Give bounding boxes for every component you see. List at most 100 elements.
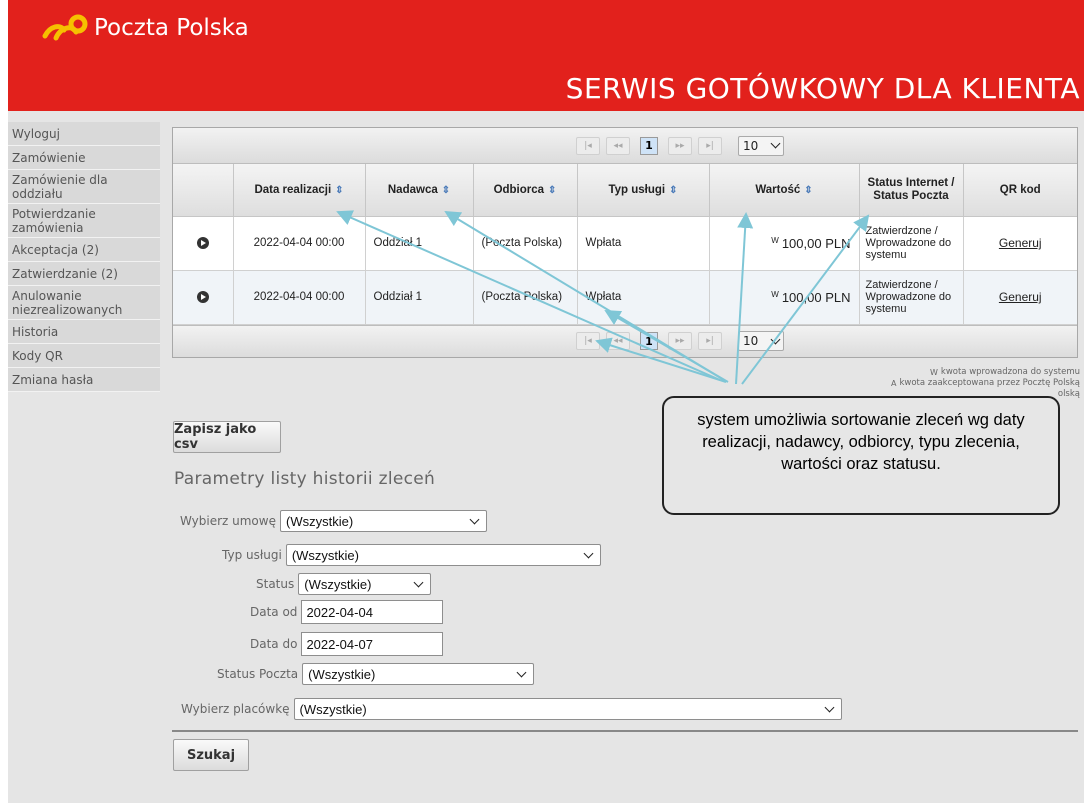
qr-cell: Generuj	[963, 216, 1077, 271]
generate-qr-link[interactable]: Generuj	[999, 236, 1042, 250]
chevron-down-icon	[516, 667, 527, 677]
col-recipient[interactable]: Odbiorca ⇕	[473, 164, 578, 217]
legend-line-entered: Wkwota wprowadzona do systemu	[929, 367, 1080, 377]
current-page-button[interactable]: 1	[640, 136, 658, 155]
form-separator	[172, 730, 1078, 732]
service-cell: Wpłata	[577, 216, 710, 271]
value-amount: 100,00 PLN	[781, 235, 851, 251]
sidebar-item-order[interactable]: Zamówienie	[8, 146, 160, 170]
col-expand	[173, 164, 234, 217]
table-row: 2022-04-04 00:00 Oddział 1 (Poczta Polsk…	[173, 216, 1077, 271]
value-flag: W	[771, 235, 779, 245]
chevron-down-icon	[770, 334, 781, 344]
search-button[interactable]: Szukaj	[173, 739, 249, 771]
sidebar: Wyloguj Zamówienie Zamówienie dla oddzia…	[8, 122, 160, 392]
table-row: 2022-04-04 00:00 Oddział 1 (Poczta Polsk…	[173, 270, 1077, 325]
col-value[interactable]: Wartość ⇕	[709, 164, 860, 217]
header-banner: Poczta Polska SERWIS GOTÓWKOWY DLA KLIEN…	[8, 0, 1084, 111]
date-cell: 2022-04-04 00:00	[233, 216, 366, 271]
value-cell: W 100,00 PLN	[709, 216, 860, 271]
date-from-input[interactable]: 2022-04-04	[301, 600, 444, 624]
col-sender[interactable]: Nadawca ⇕	[365, 164, 474, 217]
post-status-select[interactable]: (Wszystkie)	[302, 663, 535, 685]
contract-row: Wybierz umowę (Wszystkie)	[180, 510, 487, 532]
status-cell: Zatwierdzone / Wprowadzone do systemu	[859, 216, 964, 271]
date-cell: 2022-04-04 00:00	[233, 270, 366, 325]
next-page-button[interactable]: ▸▸	[668, 136, 692, 155]
annotation-callout: system umożliwia sortowanie zleceń wg da…	[662, 396, 1060, 515]
expand-row-icon[interactable]	[196, 237, 209, 249]
table-header-row: Data realizacji ⇕ Nadawca ⇕ Odbiorca ⇕ Typ …	[173, 164, 1077, 217]
date-to-input[interactable]: 2022-04-07	[301, 632, 444, 656]
office-row: Wybierz placówkę (Wszystkie)	[181, 698, 842, 720]
current-page-button[interactable]: 1	[640, 332, 658, 350]
save-csv-button[interactable]: Zapisz jako csv	[173, 421, 281, 453]
row-expand-cell	[173, 270, 234, 325]
chevron-down-icon	[413, 577, 424, 587]
orders-table: Data realizacji ⇕ Nadawca ⇕ Odbiorca ⇕ Typ …	[173, 164, 1077, 325]
sidebar-item-order-branch[interactable]: Zamówienie dla oddziału	[8, 170, 160, 204]
status-select[interactable]: (Wszystkie)	[298, 573, 432, 595]
sort-arrows-icon[interactable]: ⇕	[669, 185, 677, 196]
contract-select[interactable]: (Wszystkie)	[279, 510, 487, 532]
sort-arrows-icon[interactable]: ⇕	[442, 185, 450, 196]
value-flag: W	[771, 289, 779, 299]
value-amount: 100,00 PLN	[781, 289, 851, 305]
first-page-button[interactable]: |◂	[576, 136, 600, 155]
last-page-button[interactable]: ▸|	[698, 332, 722, 350]
service-cell: Wpłata	[577, 270, 710, 325]
first-page-button[interactable]: |◂	[576, 332, 600, 350]
expand-row-icon[interactable]	[196, 291, 209, 303]
sort-arrows-icon[interactable]: ⇕	[804, 185, 812, 196]
sidebar-item-qr-codes[interactable]: Kody QR	[8, 344, 160, 368]
col-status[interactable]: Status Internet / Status Poczta	[859, 164, 964, 217]
post-status-row: Status Poczta (Wszystkie)	[217, 663, 535, 685]
recipient-cell: (Poczta Polska)	[473, 270, 578, 325]
orders-table-panel: |◂ ◂◂ 1 ▸▸ ▸| 10 Data realizacji ⇕ Nadawc…	[172, 127, 1078, 358]
office-label: Wybierz placówkę	[181, 702, 290, 716]
legend-line-accepted: Akwota zaakceptowana przez Pocztę Polską	[890, 378, 1080, 388]
service-type-select[interactable]: (Wszystkie)	[285, 544, 601, 566]
page-size-value: 10	[743, 138, 759, 153]
form-title: Parametry listy historii zleceń	[174, 469, 436, 489]
service-type-label: Typ usługi	[222, 548, 282, 562]
contract-label: Wybierz umowę	[180, 514, 276, 528]
sort-arrows-icon[interactable]: ⇕	[548, 185, 556, 196]
sort-arrows-icon[interactable]: ⇕	[335, 185, 343, 196]
next-page-button[interactable]: ▸▸	[668, 332, 692, 350]
generate-qr-link[interactable]: Generuj	[999, 290, 1042, 304]
col-service-type[interactable]: Typ usługi ⇕	[577, 164, 710, 217]
office-select[interactable]: (Wszystkie)	[293, 698, 842, 720]
page-size-select[interactable]: 10	[738, 135, 784, 156]
recipient-cell: (Poczta Polska)	[473, 216, 578, 271]
col-date[interactable]: Data realizacji ⇕	[233, 164, 366, 217]
chevron-down-icon	[824, 702, 834, 712]
qr-cell: Generuj	[963, 270, 1077, 325]
chevron-down-icon	[469, 514, 480, 524]
sidebar-item-cancel-unrealized[interactable]: Anulowanie niezrealizowanych	[8, 286, 160, 320]
pager-top: |◂ ◂◂ 1 ▸▸ ▸| 10	[173, 128, 1077, 164]
sidebar-item-confirm-order[interactable]: Potwierdzanie zamówienia	[8, 204, 160, 238]
chevron-down-icon	[583, 548, 594, 558]
prev-page-button[interactable]: ◂◂	[606, 136, 630, 155]
status-cell: Zatwierdzone / Wprowadzone do systemu	[859, 270, 964, 325]
page-size-value: 10	[743, 334, 759, 348]
sidebar-item-history[interactable]: Historia	[8, 320, 160, 344]
service-type-row: Typ usługi (Wszystkie)	[222, 544, 601, 566]
date-to-label: Data do	[250, 637, 298, 651]
service-title: SERWIS GOTÓWKOWY DLA KLIENTA	[565, 72, 1080, 105]
sidebar-item-logout[interactable]: Wyloguj	[8, 122, 160, 146]
sidebar-item-acceptance[interactable]: Akceptacja (2)	[8, 238, 160, 262]
prev-page-button[interactable]: ◂◂	[606, 332, 630, 350]
value-cell: W 100,00 PLN	[709, 270, 860, 325]
date-from-row: Data od 2022-04-04	[250, 600, 444, 624]
col-qr: QR kod	[963, 164, 1077, 217]
last-page-button[interactable]: ▸|	[698, 136, 722, 155]
status-row: Status (Wszystkie)	[256, 573, 432, 595]
sender-cell: Oddział 1	[365, 216, 474, 271]
sidebar-item-approval[interactable]: Zatwierdzanie (2)	[8, 262, 160, 286]
logo[interactable]: Poczta Polska	[42, 14, 249, 42]
page-size-select[interactable]: 10	[738, 331, 784, 351]
logo-text: Poczta Polska	[94, 15, 249, 41]
sidebar-item-change-password[interactable]: Zmiana hasła	[8, 368, 160, 392]
